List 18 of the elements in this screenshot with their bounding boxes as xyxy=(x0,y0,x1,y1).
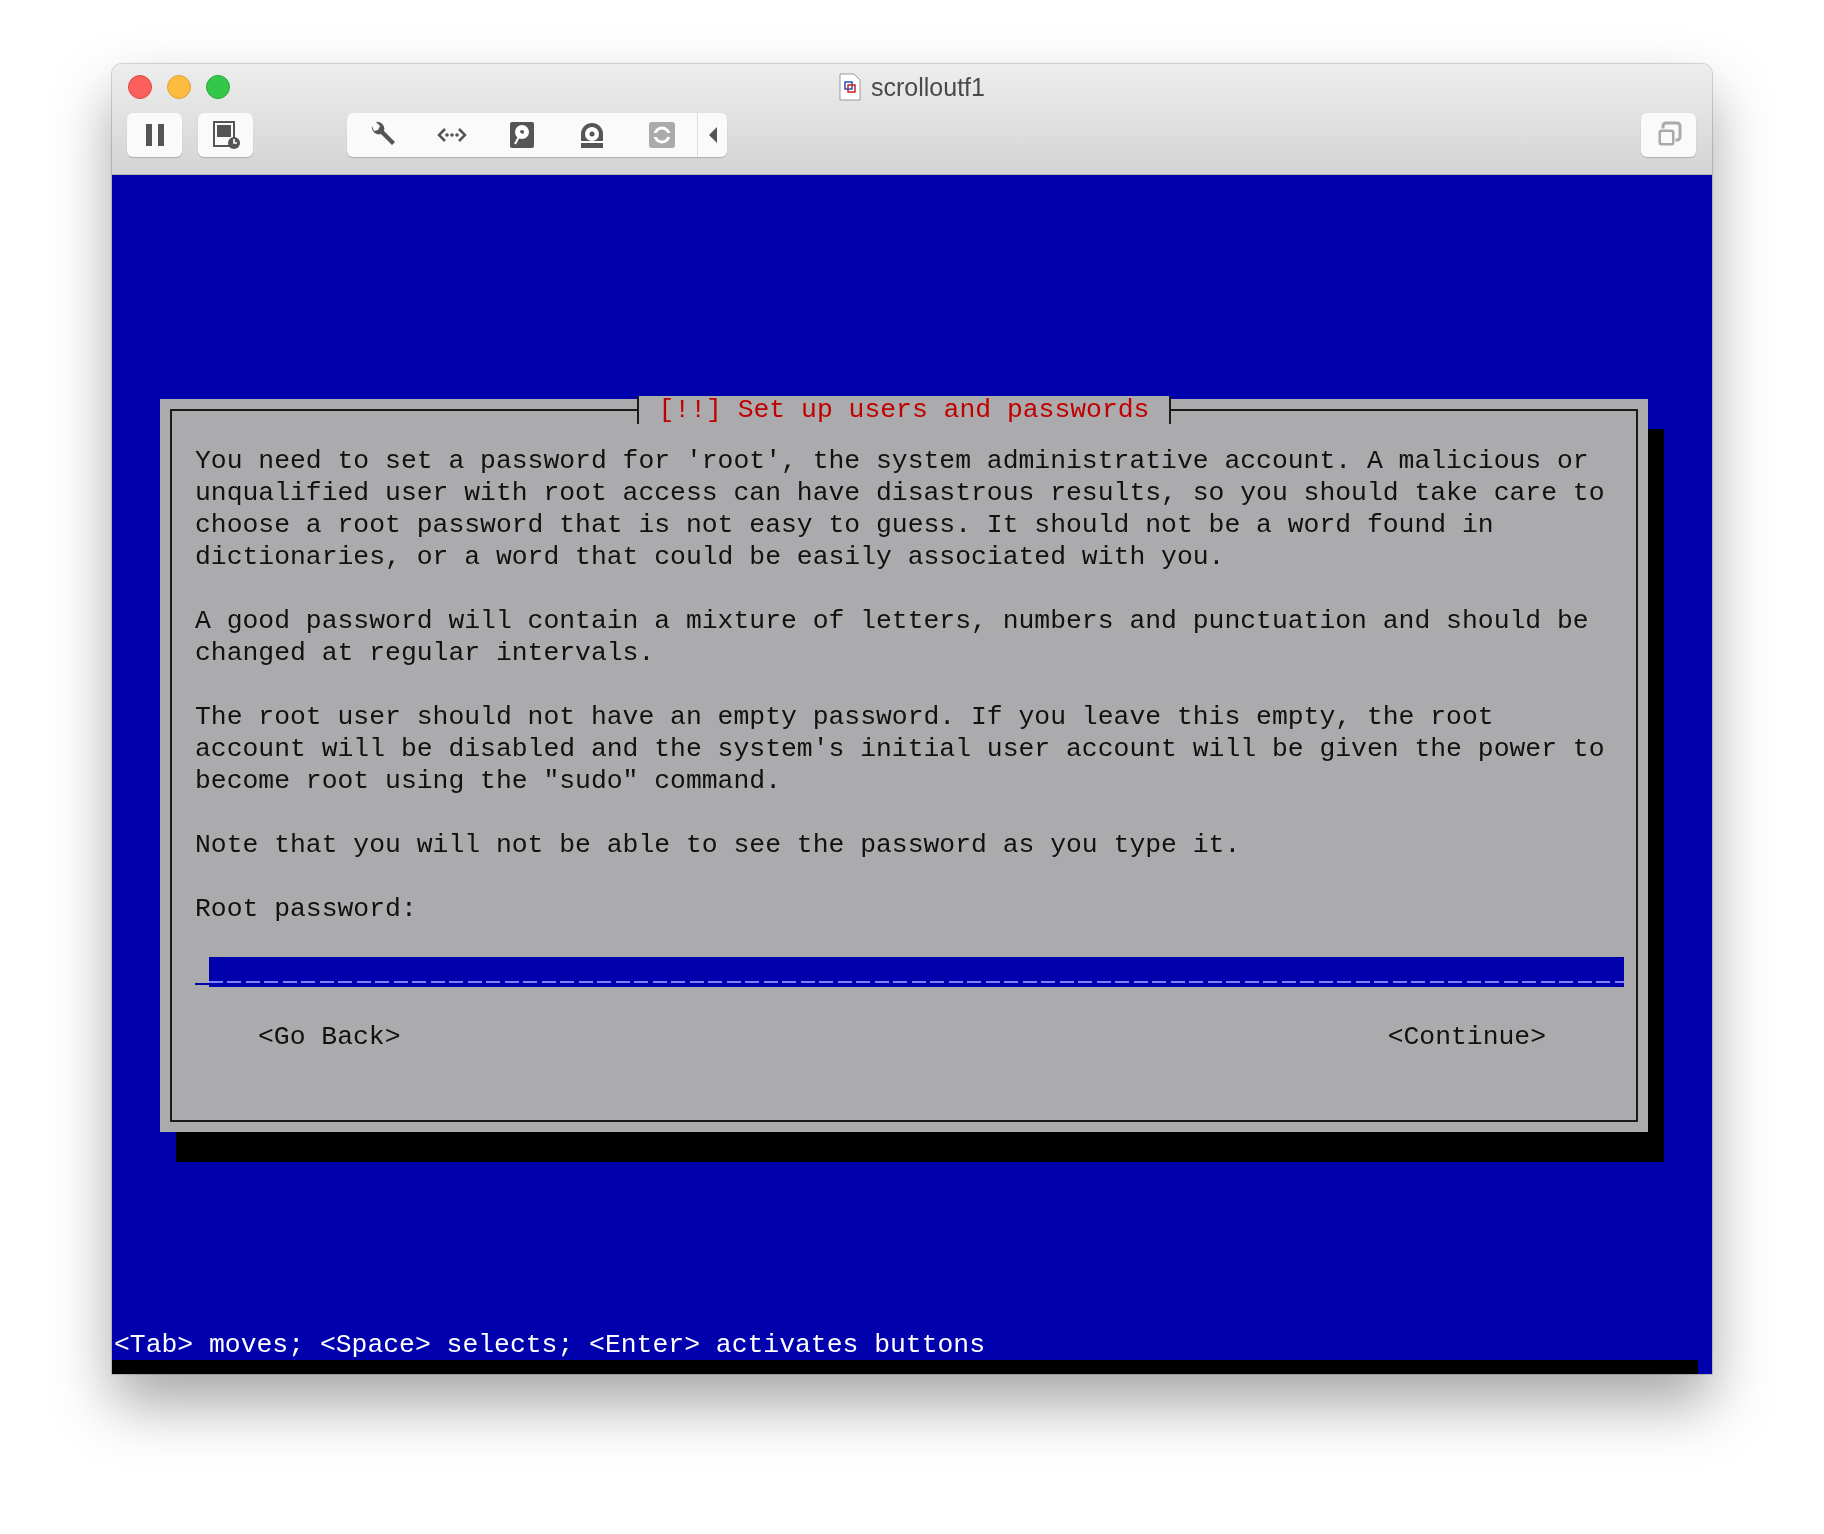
password-field[interactable] xyxy=(209,957,1624,987)
snapshot-clock-icon xyxy=(210,120,241,150)
window-title: scrolloutf1 xyxy=(871,72,985,102)
dialog-title: [!!] Set up users and passwords xyxy=(636,396,1172,424)
field-label: Root password: xyxy=(195,893,418,925)
paragraph: A good password will contain a mixture of letters, numbers and punctuation and should be changed at regular intervals. xyxy=(195,605,1590,669)
status-bar: <Tab> moves; <Space> selects; <Enter> activates buttons xyxy=(112,1330,1698,1374)
close-button[interactable] xyxy=(128,75,152,99)
paragraph: Note that you will not be able to see the password as you type it. xyxy=(195,829,1242,861)
paragraph: You need to set a password for 'root', the system administrative account. A malicious or unqualified user with root access can have disastrous results, so you should take care to choose a root password that is not easy to guess. It should not be a word found in dictionaries, or a word that could be easily associated with you. xyxy=(195,445,1606,573)
snapshot-button[interactable] xyxy=(198,113,253,157)
pause-button[interactable] xyxy=(127,113,182,157)
sync-icon xyxy=(647,120,677,150)
paragraph: The root user should not have an empty password. If you leave this empty, the root account will be disabled and the system's initial user account will be given the power to become root using the "sudo" command. xyxy=(195,701,1606,797)
text-cursor xyxy=(195,983,209,985)
dialog-button[interactable]: <Continue> xyxy=(1387,1021,1546,1053)
document-icon xyxy=(839,73,861,101)
dialog-button[interactable]: <Go Back> xyxy=(258,1021,401,1053)
